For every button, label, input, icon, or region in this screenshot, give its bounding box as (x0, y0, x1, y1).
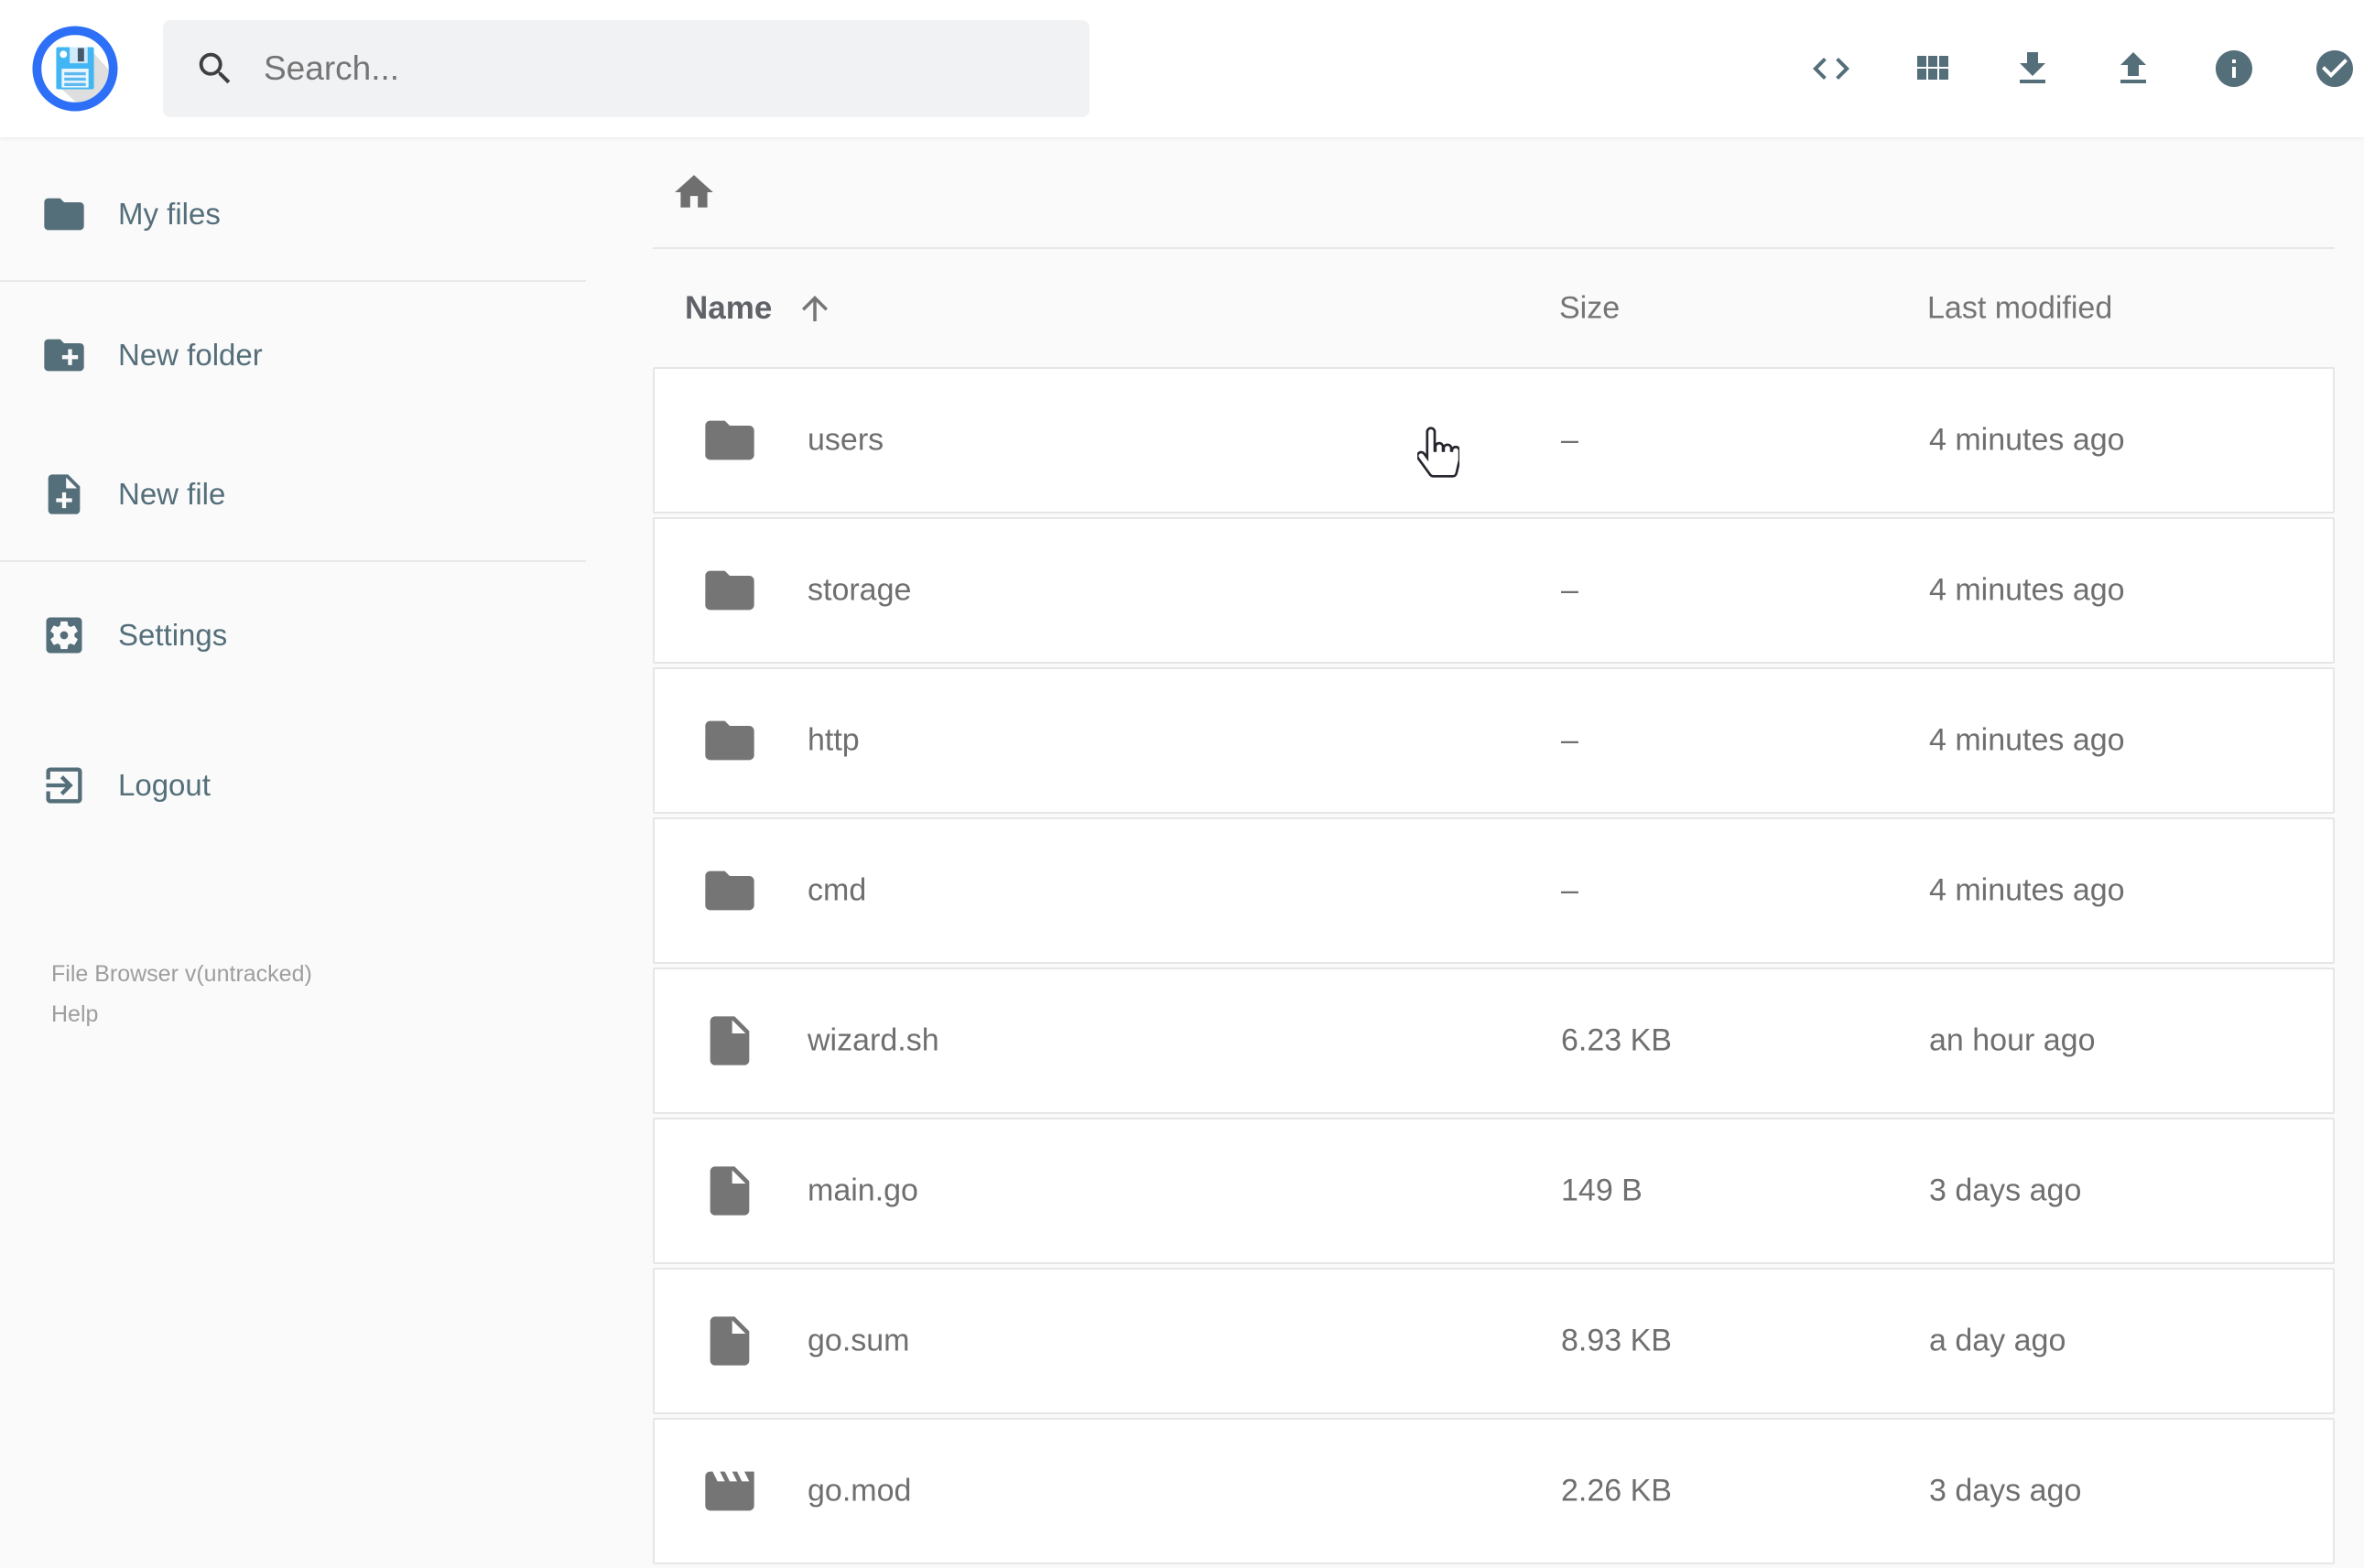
file-size: – (1561, 572, 1578, 608)
note-add-icon (48, 474, 81, 514)
sidebar-item-new-folder[interactable]: New folder (0, 309, 604, 401)
file-name: go.mod (808, 1473, 912, 1509)
file-row-main.go[interactable]: main.go 149 B 3 days ago (653, 1118, 2335, 1264)
search-bar[interactable] (163, 20, 1090, 117)
folder-icon (700, 561, 759, 620)
file-icon (700, 1011, 759, 1070)
file-name: users (808, 422, 884, 458)
file-size: – (1561, 872, 1578, 908)
file-name: storage (808, 572, 912, 608)
file-row-users[interactable]: users – 4 minutes ago (653, 367, 2335, 514)
listing-header: Name Size Last modified (653, 249, 2335, 367)
file-size: – (1561, 722, 1578, 758)
column-header-size[interactable]: Size (1559, 290, 1620, 326)
file-name: http (808, 722, 860, 758)
file-row-storage[interactable]: storage – 4 minutes ago (653, 517, 2335, 664)
sidebar-item-label: New folder (118, 338, 263, 372)
file-modified: 4 minutes ago (1929, 722, 2125, 758)
sidebar-item-label: My files (118, 197, 221, 231)
file-size: – (1561, 422, 1578, 458)
create-new-folder-icon (44, 339, 84, 372)
file-modified: 4 minutes ago (1929, 572, 2125, 608)
home-icon[interactable] (671, 169, 717, 215)
file-size: 149 B (1561, 1173, 1643, 1208)
file-row-cmd[interactable]: cmd – 4 minutes ago (653, 817, 2335, 964)
folder-icon (44, 198, 84, 231)
folder-icon (700, 861, 759, 920)
folder-icon (700, 411, 759, 470)
column-header-name[interactable]: Name (685, 289, 834, 328)
file-name: go.sum (808, 1323, 910, 1358)
file-icon (700, 1312, 759, 1370)
file-icon (700, 1162, 759, 1220)
app-version-text: File Browser v(untracked) (51, 961, 312, 987)
file-modified: 3 days ago (1929, 1173, 2082, 1208)
filebrowser-logo-icon[interactable] (30, 24, 120, 114)
sidebar-item-settings[interactable]: Settings (0, 589, 604, 681)
file-name: cmd (808, 872, 867, 908)
info-icon[interactable] (2212, 47, 2256, 91)
file-name: wizard.sh (808, 1022, 939, 1058)
search-icon (199, 52, 231, 84)
help-link[interactable]: Help (51, 994, 98, 1034)
sidebar-item-label: Logout (118, 768, 211, 802)
check-circle-icon[interactable] (2313, 47, 2357, 91)
sort-ascending-icon (802, 295, 829, 321)
file-modified: 4 minutes ago (1929, 872, 2125, 908)
top-bar (0, 0, 2364, 137)
logout-icon (46, 767, 82, 804)
file-row-http[interactable]: http – 4 minutes ago (653, 667, 2335, 814)
movie-icon (700, 1462, 759, 1520)
main-content: Name Size Last modified users – 4 minute… (653, 137, 2335, 1568)
sidebar-divider (0, 560, 586, 562)
file-size: 2.26 KB (1561, 1473, 1672, 1509)
file-row-go.sum[interactable]: go.sum 8.93 KB a day ago (653, 1268, 2335, 1414)
breadcrumb (653, 137, 2335, 249)
search-input[interactable] (262, 49, 1058, 89)
sidebar-item-new-file[interactable]: New file (0, 449, 604, 540)
filebrowser-app: { "app_title": "File Browser", "colors":… (0, 0, 2364, 1564)
view-module-icon[interactable] (1910, 47, 1954, 91)
file-modified: an hour ago (1929, 1022, 2096, 1058)
sidebar: My files New folder New file Settings Lo… (0, 137, 604, 1034)
sidebar-footer: File Browser v(untracked) Help (0, 954, 604, 1034)
sidebar-item-label: New file (118, 477, 226, 511)
file-modified: 4 minutes ago (1929, 422, 2125, 458)
file-size: 8.93 KB (1561, 1323, 1672, 1358)
file-modified: a day ago (1929, 1323, 2066, 1358)
file-name: main.go (808, 1173, 918, 1208)
settings-icon (46, 617, 82, 654)
download-icon[interactable] (2011, 47, 2055, 91)
column-header-modified[interactable]: Last modified (1927, 290, 2112, 326)
file-row-go.mod[interactable]: go.mod 2.26 KB 3 days ago (653, 1418, 2335, 1564)
sidebar-item-logout[interactable]: Logout (0, 740, 604, 831)
upload-icon[interactable] (2111, 47, 2155, 91)
toolbar-actions (1809, 47, 2364, 91)
file-listing: users – 4 minutes ago storage – 4 minute… (653, 367, 2335, 1564)
file-size: 6.23 KB (1561, 1022, 1672, 1058)
folder-icon (700, 711, 759, 770)
sidebar-item-my-files[interactable]: My files (0, 168, 604, 260)
sidebar-divider (0, 280, 586, 282)
file-row-wizard.sh[interactable]: wizard.sh 6.23 KB an hour ago (653, 968, 2335, 1114)
file-modified: 3 days ago (1929, 1473, 2082, 1509)
sidebar-item-label: Settings (118, 618, 228, 652)
code-icon[interactable] (1809, 47, 1853, 91)
